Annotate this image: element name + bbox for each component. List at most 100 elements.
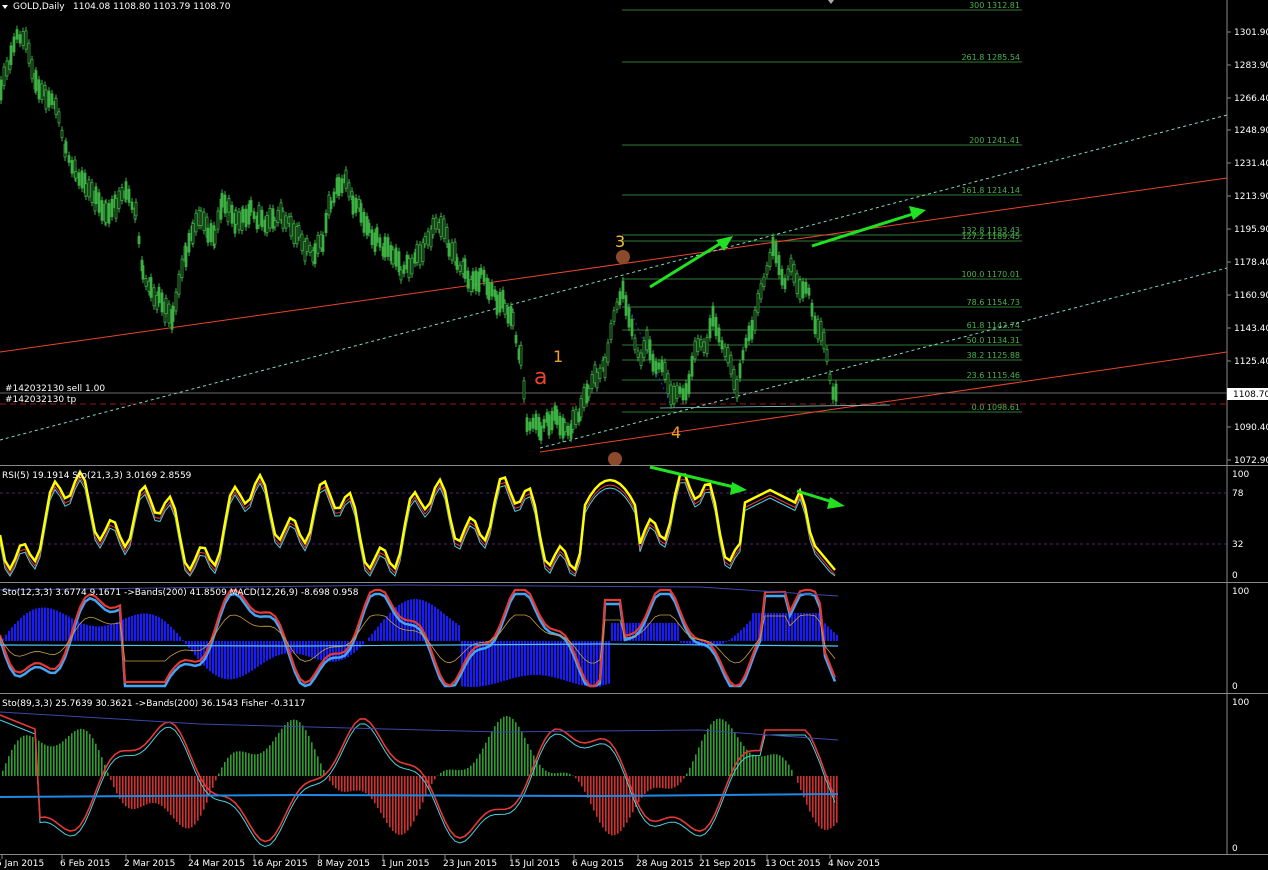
candle-body	[234, 210, 238, 225]
macd-histogram-bar	[794, 613, 796, 641]
fisher-histogram-bar	[746, 749, 748, 776]
candle-body	[90, 182, 94, 203]
macd-histogram-bar	[50, 608, 52, 641]
fib-level-label: 100.0 1170.01	[961, 270, 1020, 279]
macd-histogram-bar	[44, 607, 46, 641]
fisher-histogram-bar	[599, 776, 601, 823]
fisher-histogram-bar	[41, 742, 43, 776]
macd-histogram-bar	[137, 614, 139, 641]
fisher-histogram-bar	[440, 772, 442, 776]
macd-histogram-bar	[614, 623, 616, 641]
macd-histogram-bar	[20, 617, 22, 641]
macd-histogram-bar	[776, 613, 778, 641]
candle-body	[522, 380, 526, 400]
candle-body	[672, 386, 676, 405]
fisher-histogram-bar	[713, 721, 715, 776]
fisher-histogram-bar	[491, 731, 493, 776]
fisher-histogram-bar	[395, 776, 397, 834]
fisher-histogram-bar	[122, 776, 124, 804]
macd-histogram-bar	[674, 623, 676, 641]
rsi-stochastic-panel[interactable]: RSI(5) 19.1914 Sto(21,3,3) 3.0169 2.8559…	[0, 465, 1249, 581]
fisher-histogram-bar	[98, 750, 100, 776]
candle-body	[199, 210, 203, 226]
candle-body	[124, 181, 128, 200]
fisher-histogram-bar	[374, 776, 376, 804]
chart-window[interactable]: 300 1312.81261.8 1285.54200 1241.41161.8…	[0, 0, 1268, 870]
candle-body	[729, 354, 733, 375]
fisher-histogram-bar	[500, 718, 502, 776]
macd-histogram-bar	[440, 611, 442, 641]
wave-1-label: 1	[553, 347, 563, 366]
fisher-histogram-bar	[68, 735, 70, 776]
candle-body	[717, 327, 721, 343]
macd-stochastic-panel[interactable]: Sto(12,3,3) 3.6774 9.1671 ->Bands(200) 4…	[0, 584, 1249, 692]
fisher-histogram-bar	[563, 772, 565, 776]
fisher-tick-0: 0	[1232, 844, 1238, 854]
candle-body	[107, 203, 111, 224]
macd-histogram-bar	[446, 616, 448, 641]
fisher-histogram-bar	[560, 772, 562, 776]
fisher-stochastic-panel[interactable]: Sto(89,3,3) 25.7639 30.3621 ->Bands(200)…	[0, 698, 1249, 854]
candle-body	[550, 410, 554, 431]
macd-histogram-bar	[218, 641, 220, 678]
fisher-histogram-bar	[434, 776, 436, 780]
candle-body	[786, 268, 790, 278]
macd-histogram-bar	[308, 641, 310, 657]
fisher-histogram-bar	[614, 776, 616, 836]
fisher-histogram-bar	[23, 735, 25, 776]
macd-histogram-bar	[29, 611, 31, 641]
rsi-tick-0: 0	[1232, 571, 1238, 581]
candle-body	[498, 291, 502, 313]
fisher-histogram-bar	[488, 736, 490, 776]
candle-body	[227, 198, 231, 213]
fisher-histogram-bar	[677, 776, 679, 786]
macd-histogram-bar	[32, 609, 34, 641]
price-tick-label: 1213.90	[1234, 192, 1268, 202]
fisher-histogram-bar	[767, 755, 769, 776]
candle-body	[297, 225, 301, 238]
fisher-histogram-bar	[281, 728, 283, 776]
fisher-histogram-bar	[209, 776, 211, 796]
candle-body	[80, 170, 84, 189]
macd-histogram-bar	[368, 637, 370, 641]
candle-body	[587, 388, 591, 398]
macd-histogram-bar	[809, 613, 811, 641]
candle-body	[137, 235, 141, 245]
candle-body	[479, 267, 483, 275]
fisher-histogram-bar	[260, 753, 262, 776]
candle-body	[300, 233, 304, 252]
candle-body	[450, 242, 454, 261]
macd-histogram-bar	[806, 613, 808, 641]
macd-histogram-bar	[269, 641, 271, 660]
rsi-line	[0, 469, 836, 573]
rsi-tick-32: 32	[1232, 540, 1243, 550]
macd-histogram-bar	[503, 641, 505, 681]
macd-histogram-bar	[53, 609, 55, 641]
candle-body	[477, 271, 481, 293]
candle-body	[397, 251, 401, 273]
fisher-histogram-bar	[617, 776, 619, 834]
candle-body	[164, 298, 168, 315]
fisher-histogram-bar	[8, 756, 10, 776]
candle-body	[209, 223, 213, 243]
macd-histogram-bar	[500, 641, 502, 682]
fisher-histogram-bar	[503, 716, 505, 776]
macd-histogram-bar	[362, 641, 364, 645]
fisher-histogram-bar	[197, 776, 199, 821]
candle-body	[789, 257, 793, 273]
main-price-panel[interactable]: 300 1312.81261.8 1285.54200 1241.41161.8…	[0, 0, 1268, 466]
candle-body	[359, 203, 363, 223]
fisher-histogram-bar	[293, 719, 295, 776]
macd-histogram-bar	[740, 630, 742, 641]
price-tick-label: 1125.40	[1234, 357, 1268, 367]
price-axis: 1301.90 1283.90 1266.40 1248.90 1231.40 1213.…	[1227, 28, 1268, 466]
macd-histogram-bar	[224, 641, 226, 680]
candle-body	[804, 281, 808, 294]
macd-histogram-bar	[563, 641, 565, 681]
candle-body	[141, 265, 145, 280]
macd-histogram-bar	[437, 608, 439, 641]
macd-histogram-bar	[587, 641, 589, 687]
fisher-histogram-bar	[482, 748, 484, 776]
fisher-histogram-bar	[248, 753, 250, 776]
fisher-histogram-bar	[800, 776, 802, 791]
